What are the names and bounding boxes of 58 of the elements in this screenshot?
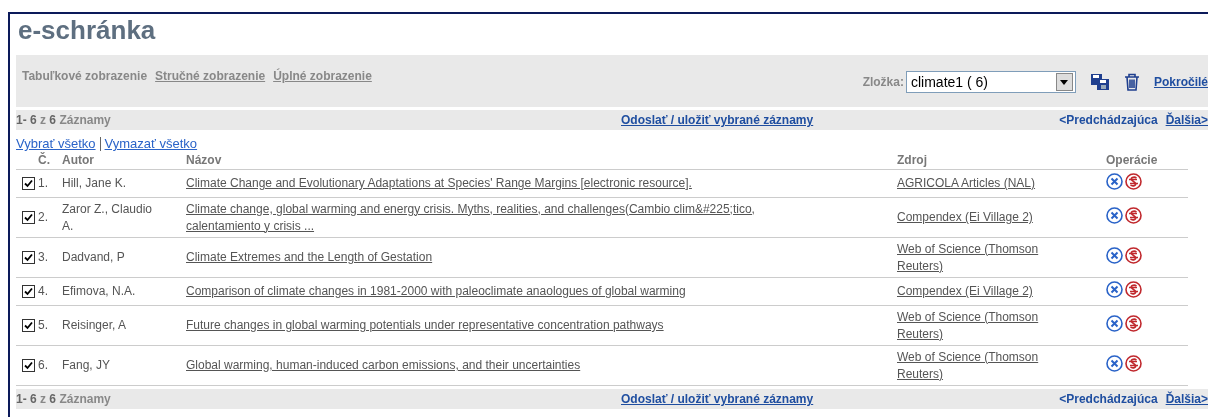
page-title: e-schránka	[17, 14, 157, 45]
row-number: 5.	[38, 318, 48, 332]
previous-link[interactable]: <Predchádzajúca	[1059, 113, 1158, 127]
source-link[interactable]: AGRICOLA Articles (NAL)	[897, 175, 1036, 192]
row-number: 2.	[38, 210, 48, 224]
row-checkbox[interactable]	[22, 359, 35, 372]
advanced-link[interactable]: Pokročilé	[1153, 75, 1208, 89]
row-number: 4.	[38, 284, 48, 298]
next-link[interactable]: Ďalšia>	[1165, 113, 1208, 127]
source-link[interactable]: Web of Science (Thomson Reuters)	[897, 308, 1056, 343]
column-header: Autor	[61, 151, 185, 170]
record-count: 1- 6 z 6 Záznamy	[16, 113, 112, 127]
delete-icon[interactable]	[1106, 246, 1123, 264]
title-link[interactable]: Global warming, human-induced carbon emissions, and their uncertainties	[186, 357, 581, 374]
author-text: Hill, Jane K.	[62, 175, 127, 192]
folder-label: Zložka:	[862, 75, 904, 89]
row-checkbox[interactable]	[22, 251, 35, 264]
delete-icon[interactable]	[1106, 354, 1123, 372]
author-text: Reisinger, A	[62, 317, 127, 334]
author-text: Fang, JY	[62, 357, 111, 374]
column-header: Názov	[185, 151, 896, 170]
column-header: Zdroj	[896, 151, 1106, 170]
author-text: Dadvand, P	[62, 249, 125, 266]
row-checkbox[interactable]	[22, 319, 35, 332]
delete-icon[interactable]	[1106, 172, 1123, 190]
folder-select[interactable]: climate1 ( 6)	[905, 71, 1076, 93]
column-header: Operácie	[1106, 151, 1188, 170]
row-checkbox[interactable]	[22, 211, 35, 224]
previous-link[interactable]: <Predchádzajúca	[1059, 392, 1158, 406]
send-save-link[interactable]: Odoslať / uložiť vybrané záznamy	[621, 113, 814, 127]
caret-icon[interactable]	[1060, 79, 1069, 85]
source-link[interactable]: Web of Science (Thomson Reuters)	[897, 240, 1056, 275]
delete-icon[interactable]	[1106, 280, 1123, 298]
column-header: Č.	[37, 151, 61, 170]
title-link[interactable]: Climate Extremes and the Length of Gestation	[186, 249, 433, 266]
title-link[interactable]: Climate Change and Evolutionary Adaptations at Species' Range Margins [electronic resource].	[186, 175, 692, 192]
title-link[interactable]: Climate change, global warming and energy crisis. Myths, realities, and challenges(Cambio clim&#225;tico, calentamiento y crisis ...	[186, 200, 806, 235]
title-link[interactable]: Future changes in global warming potentials under representative concentration pathways	[186, 317, 664, 334]
source-link[interactable]: Web of Science (Thomson Reuters)	[897, 348, 1056, 383]
delete-icon[interactable]	[1106, 314, 1123, 332]
row-number: 1.	[38, 176, 48, 190]
save-icon[interactable]	[1089, 73, 1110, 91]
next-link[interactable]: Ďalšia>	[1165, 392, 1208, 406]
author-text: Zaror Z., Claudio A.	[62, 200, 154, 235]
source-link[interactable]: Compendex (Ei Village 2)	[897, 283, 1033, 300]
clear-all-link[interactable]: Vymazať všetko	[104, 136, 198, 151]
author-text: Efimova, N.A.	[62, 283, 136, 300]
row-checkbox[interactable]	[22, 285, 35, 298]
row-number: 3.	[38, 250, 48, 264]
trash-icon[interactable]	[1123, 73, 1140, 91]
record-count: 1- 6 z 6 Záznamy	[16, 392, 112, 406]
title-link[interactable]: Comparison of climate changes in 1981-2000 with paleoclimate anaologues of global warming	[186, 283, 686, 300]
select-all-link[interactable]: Vybrať všetko	[16, 136, 96, 151]
row-checkbox[interactable]	[22, 177, 35, 190]
source-link[interactable]: Compendex (Ei Village 2)	[897, 209, 1033, 226]
delete-icon[interactable]	[1106, 206, 1123, 224]
row-number: 6.	[38, 358, 48, 372]
send-save-link[interactable]: Odoslať / uložiť vybrané záznamy	[621, 392, 814, 406]
